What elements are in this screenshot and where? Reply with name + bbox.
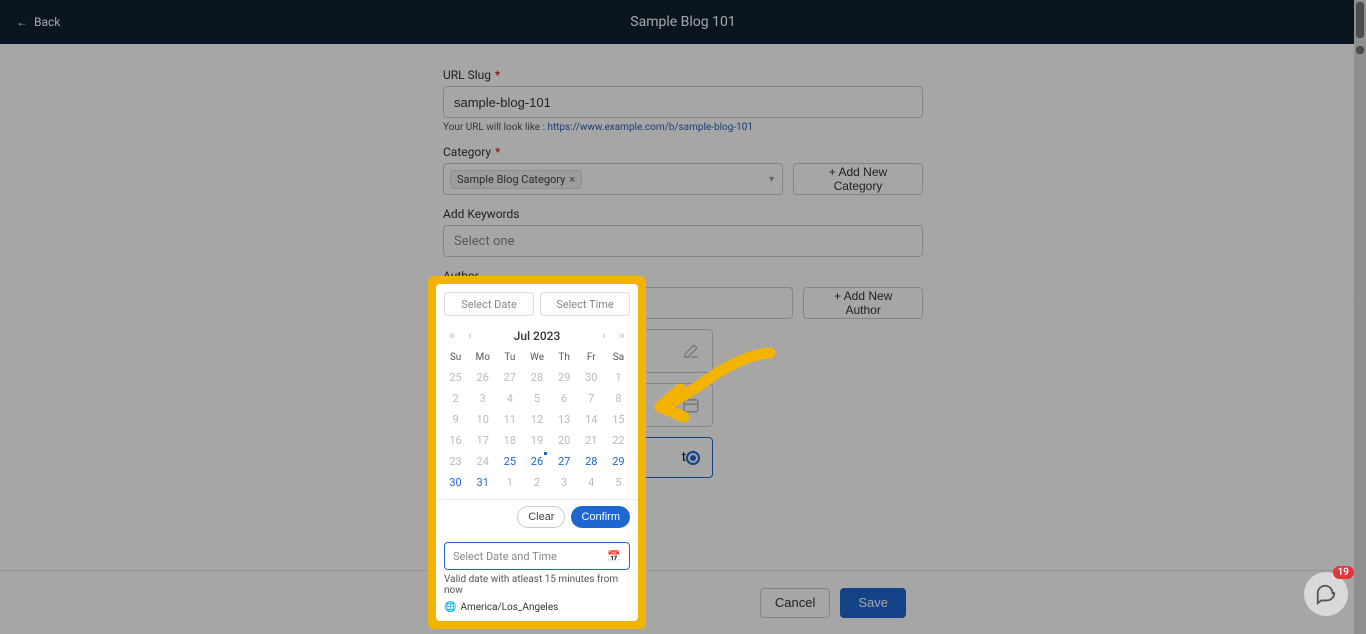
day-cell[interactable]: 1 <box>605 367 632 388</box>
calendar-icon <box>682 396 700 414</box>
select-time-tab[interactable]: Select Time <box>540 292 630 316</box>
url-slug-helper: Your URL will look like : https://www.ex… <box>443 122 923 133</box>
day-cell[interactable]: 28 <box>578 451 605 472</box>
day-cell[interactable]: 27 <box>496 367 523 388</box>
day-cell[interactable]: 5 <box>605 472 632 493</box>
day-cell[interactable]: 8 <box>605 388 632 409</box>
chevron-down-icon: ▾ <box>769 174 774 185</box>
category-label: Category* <box>443 145 923 159</box>
day-cell[interactable]: 29 <box>605 451 632 472</box>
day-cell[interactable]: 16 <box>442 430 469 451</box>
day-cell[interactable]: 25 <box>496 451 523 472</box>
footer-bar: Cancel Save <box>0 570 1366 634</box>
confirm-button[interactable]: Confirm <box>571 506 630 528</box>
day-cell[interactable]: 9 <box>442 409 469 430</box>
next-year-button[interactable]: » <box>614 328 630 344</box>
chat-icon <box>1315 583 1337 605</box>
prev-year-button[interactable]: « <box>444 328 460 344</box>
dow-header: Sa <box>605 348 632 367</box>
day-cell[interactable]: 10 <box>469 409 496 430</box>
prev-month-button[interactable]: ‹ <box>462 328 478 344</box>
day-cell[interactable]: 28 <box>523 367 550 388</box>
day-cell[interactable]: 2 <box>523 472 550 493</box>
chat-widget[interactable]: 19 <box>1304 572 1348 616</box>
day-cell[interactable]: 29 <box>551 367 578 388</box>
day-cell[interactable]: 12 <box>523 409 550 430</box>
datepicker-highlight: Select Date Select Time « ‹ Jul 2023 › »… <box>428 276 646 629</box>
publish-at-label: at <box>663 398 674 413</box>
day-cell[interactable]: 30 <box>578 367 605 388</box>
day-cell[interactable]: 1 <box>496 472 523 493</box>
clear-button[interactable]: Clear <box>517 506 565 528</box>
day-cell[interactable]: 4 <box>496 388 523 409</box>
dow-header: Mo <box>469 348 496 367</box>
back-button[interactable]: ← Back <box>0 15 76 29</box>
url-preview-link[interactable]: https://www.example.com/b/sample-blog-10… <box>547 122 753 133</box>
day-cell[interactable]: 18 <box>496 430 523 451</box>
dow-header: Th <box>551 348 578 367</box>
dow-header: Fr <box>578 348 605 367</box>
chat-badge: 19 <box>1333 566 1354 579</box>
dow-header: Tu <box>496 348 523 367</box>
save-button[interactable]: Save <box>840 588 906 618</box>
category-select[interactable]: Sample Blog Category × ▾ <box>443 163 783 195</box>
remove-tag-icon[interactable]: × <box>569 173 575 186</box>
dow-header: Su <box>442 348 469 367</box>
scrollbar[interactable] <box>1354 0 1366 634</box>
day-cell[interactable]: 24 <box>469 451 496 472</box>
next-month-button[interactable]: › <box>596 328 612 344</box>
day-cell[interactable]: 21 <box>578 430 605 451</box>
cancel-button[interactable]: Cancel <box>760 588 830 618</box>
category-tag: Sample Blog Category × <box>450 170 582 189</box>
day-cell[interactable]: 13 <box>551 409 578 430</box>
calendar-icon: 📅 <box>607 550 621 563</box>
page-title: Sample Blog 101 <box>630 14 735 30</box>
day-cell[interactable]: 22 <box>605 430 632 451</box>
top-bar: ← Back Sample Blog 101 <box>0 0 1366 44</box>
day-cell[interactable]: 15 <box>605 409 632 430</box>
month-label: Jul 2023 <box>514 329 561 343</box>
back-label: Back <box>34 15 60 29</box>
main-form: URL Slug* Your URL will look like : http… <box>0 44 1366 634</box>
day-cell[interactable]: 11 <box>496 409 523 430</box>
day-cell[interactable]: 17 <box>469 430 496 451</box>
url-slug-input[interactable] <box>443 86 923 118</box>
keywords-select[interactable]: Select one <box>443 225 923 257</box>
day-cell[interactable]: 3 <box>469 388 496 409</box>
day-cell[interactable]: 31 <box>469 472 496 493</box>
keywords-label: Add Keywords <box>443 207 923 221</box>
dow-header: We <box>523 348 550 367</box>
timezone-label: 🌐 America/Los_Angeles <box>444 602 630 613</box>
day-cell[interactable]: 4 <box>578 472 605 493</box>
datetime-input[interactable]: Select Date and Time 📅 <box>444 542 630 570</box>
day-cell[interactable]: 27 <box>551 451 578 472</box>
day-cell[interactable]: 19 <box>523 430 550 451</box>
day-cell[interactable]: 7 <box>578 388 605 409</box>
day-cell[interactable]: 23 <box>442 451 469 472</box>
datetime-help: Valid date with atleast 15 minutes from … <box>444 574 630 596</box>
day-cell[interactable]: 30 <box>442 472 469 493</box>
day-cell[interactable]: 20 <box>551 430 578 451</box>
add-category-button[interactable]: + Add New Category <box>793 163 923 195</box>
day-cell[interactable]: 25 <box>442 367 469 388</box>
globe-icon: 🌐 <box>444 602 456 613</box>
day-cell[interactable]: 26 <box>523 451 550 472</box>
arrow-left-icon: ← <box>16 15 28 29</box>
calendar-grid: SuMoTuWeThFrSa25262728293012345678910111… <box>436 348 638 499</box>
day-cell[interactable]: 3 <box>551 472 578 493</box>
select-date-tab[interactable]: Select Date <box>444 292 534 316</box>
datepicker-card: Select Date Select Time « ‹ Jul 2023 › »… <box>436 284 638 621</box>
edit-icon <box>682 342 700 360</box>
day-cell[interactable]: 14 <box>578 409 605 430</box>
day-cell[interactable]: 2 <box>442 388 469 409</box>
url-slug-label: URL Slug* <box>443 68 923 82</box>
day-cell[interactable]: 6 <box>551 388 578 409</box>
day-cell[interactable]: 26 <box>469 367 496 388</box>
radio-selected-icon <box>686 451 700 465</box>
day-cell[interactable]: 5 <box>523 388 550 409</box>
add-author-button[interactable]: + Add New Author <box>803 287 923 319</box>
